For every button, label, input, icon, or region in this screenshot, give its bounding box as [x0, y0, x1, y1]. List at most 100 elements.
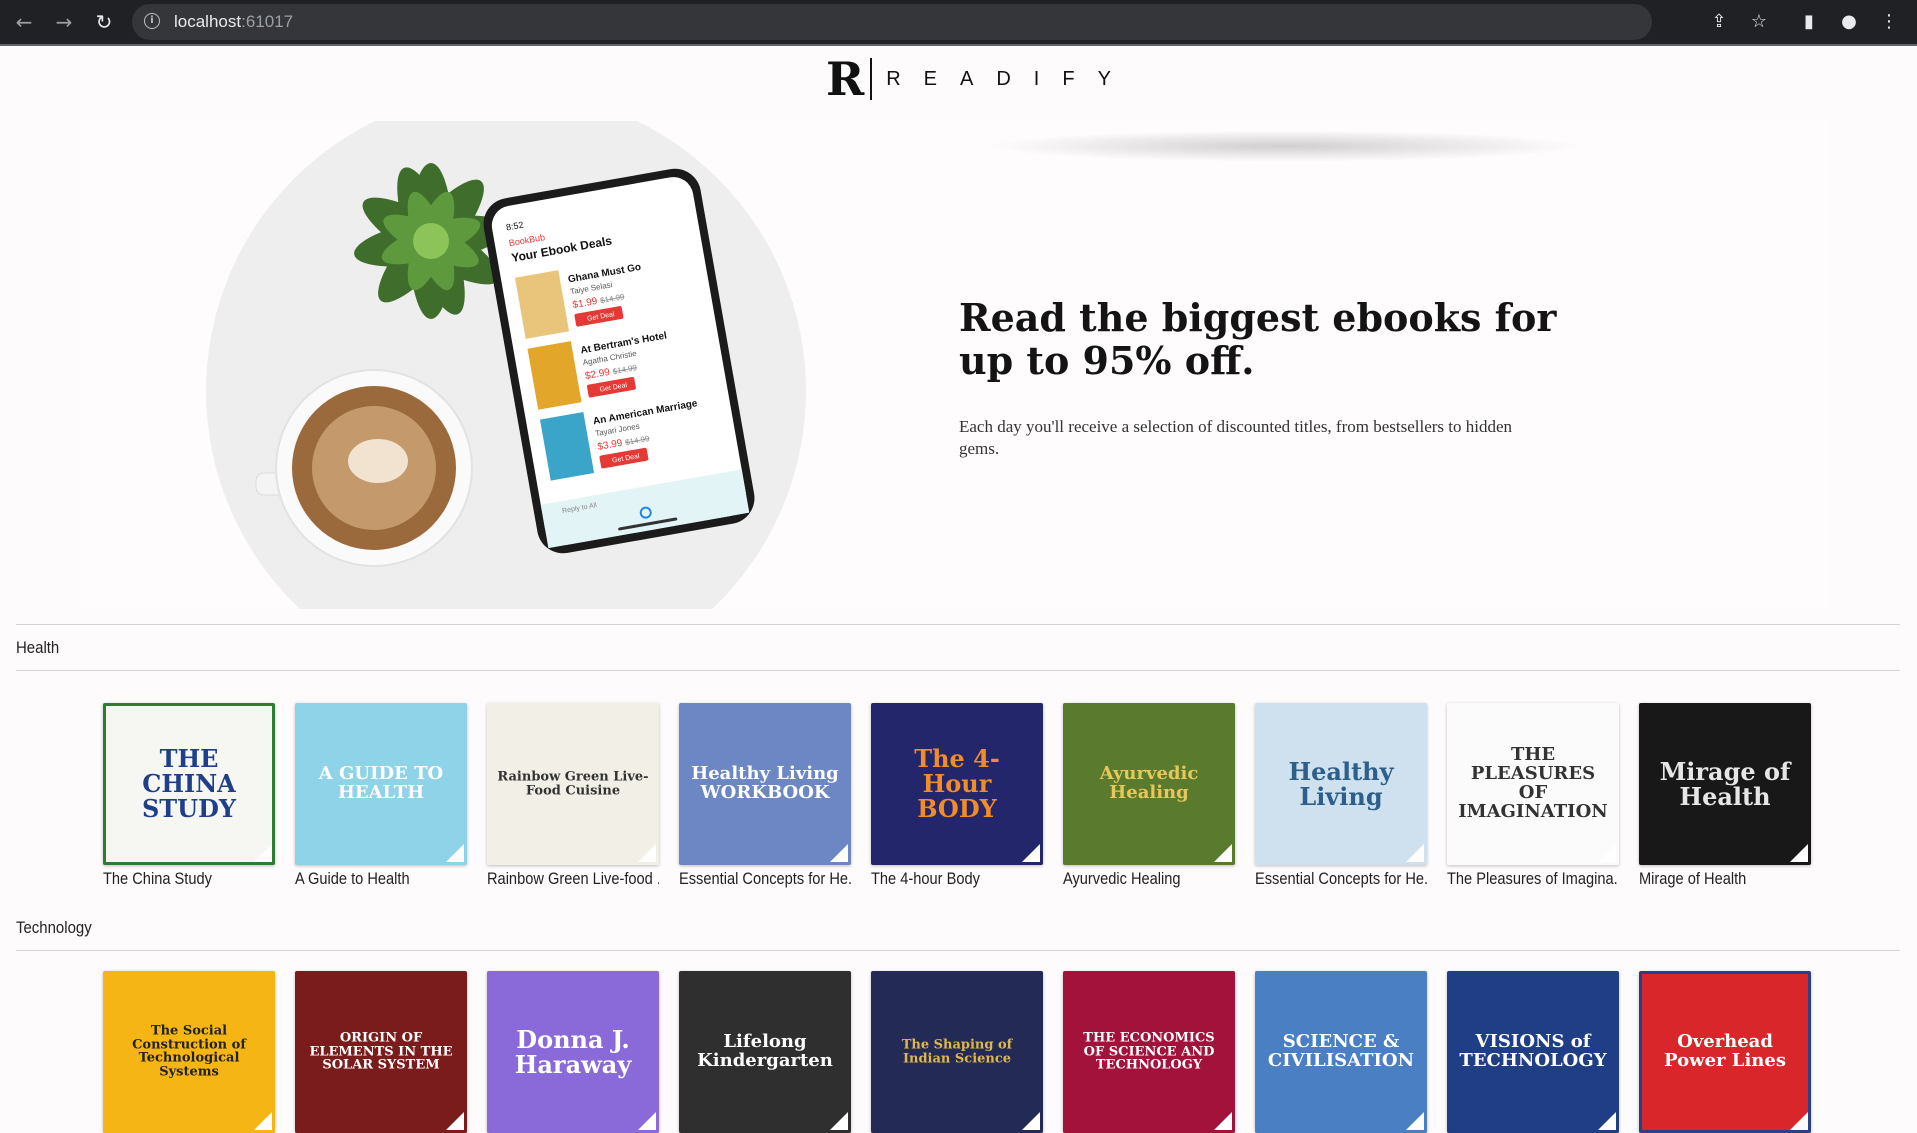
- book-cover[interactable]: Healthy Living WORKBOOK: [679, 703, 851, 865]
- book-cover[interactable]: Ayurvedic Healing: [1063, 703, 1235, 865]
- page-curl: [1598, 1112, 1616, 1130]
- book-card[interactable]: Lifelong Kindergarten: [679, 971, 851, 1133]
- book-card[interactable]: Mirage of Health Mirage of Health: [1639, 703, 1811, 889]
- book-card[interactable]: VISIONS of TECHNOLOGY: [1447, 971, 1619, 1133]
- book-card[interactable]: THE PLEASURES OF IMAGINATION The Pleasure…: [1447, 703, 1619, 889]
- book-cover[interactable]: SCIENCE & CIVILISATION: [1255, 971, 1427, 1133]
- book-cover[interactable]: VISIONS of TECHNOLOGY: [1447, 971, 1619, 1133]
- book-title[interactable]: The China Study: [103, 869, 275, 889]
- page-curl: [446, 844, 464, 862]
- hero-title: Read the biggest ebooks for up to 95% of…: [959, 295, 1557, 383]
- book-cover[interactable]: The 4-Hour BODY: [871, 703, 1043, 865]
- book-card[interactable]: Overhead Power Lines: [1639, 971, 1811, 1133]
- book-cover[interactable]: THE CHINA STUDY: [103, 703, 275, 865]
- book-cover[interactable]: Mirage of Health: [1639, 703, 1811, 865]
- page-curl: [1022, 1112, 1040, 1130]
- book-card[interactable]: The Social Construction of Technological…: [103, 971, 275, 1133]
- book-cover[interactable]: The Social Construction of Technological…: [103, 971, 275, 1133]
- book-cover[interactable]: THE PLEASURES OF IMAGINATION: [1447, 703, 1619, 865]
- book-cover[interactable]: THE ECONOMICS OF SCIENCE AND TECHNOLOGY: [1063, 971, 1235, 1133]
- book-cover-text: THE ECONOMICS OF SCIENCE AND TECHNOLOGY: [1083, 1030, 1215, 1073]
- url-host: localhost: [174, 12, 242, 31]
- hero-shadow: [985, 130, 1585, 162]
- forward-icon[interactable]: →: [50, 8, 78, 36]
- address-bar[interactable]: i localhost:61017: [132, 4, 1652, 40]
- book-card[interactable]: SCIENCE & CIVILISATION: [1255, 971, 1427, 1133]
- site-logo[interactable]: R READIFY: [826, 56, 1134, 102]
- book-cover-text: Donna J. Haraway: [514, 1024, 632, 1079]
- page-curl: [1406, 1112, 1424, 1130]
- book-cover-text: A GUIDE TO HEALTH: [318, 763, 444, 803]
- book-cover-text: ORIGIN OF ELEMENTS IN THE SOLAR SYSTEM: [309, 1030, 453, 1073]
- page-curl: [638, 844, 656, 862]
- book-cover-text: Mirage of Health: [1659, 756, 1791, 811]
- book-card[interactable]: Rainbow Green Live-Food Cuisine Rainbow G…: [487, 703, 659, 889]
- page-curl: [1790, 1112, 1808, 1130]
- page-curl: [830, 844, 848, 862]
- book-title[interactable]: A Guide to Health: [295, 869, 467, 889]
- menu-icon[interactable]: ⋮: [1875, 8, 1903, 36]
- book-card[interactable]: The 4-Hour BODY The 4-hour Body: [871, 703, 1043, 889]
- section-title-health: Health: [16, 638, 60, 657]
- logo-divider: [870, 58, 873, 100]
- book-cover-text: Healthy Living WORKBOOK: [691, 763, 839, 803]
- book-title[interactable]: Mirage of Health: [1639, 869, 1811, 889]
- book-title[interactable]: The 4-hour Body: [871, 869, 1043, 889]
- hero-illustration: 8:52 BookBub Your Ebook Deals Ghana Must…: [206, 121, 806, 609]
- page-curl: [1598, 844, 1616, 862]
- section-divider: [16, 624, 1900, 625]
- book-cover-text: Rainbow Green Live-Food Cuisine: [497, 769, 649, 798]
- book-cover-text: The Social Construction of Technological…: [132, 1023, 246, 1080]
- page-curl: [446, 1112, 464, 1130]
- section-divider: [16, 670, 1900, 671]
- hero-subtitle: Each day you'll receive a selection of d…: [959, 417, 1513, 458]
- url-port: :61017: [241, 12, 294, 31]
- page-curl: [638, 1112, 656, 1130]
- page-curl: [1406, 844, 1424, 862]
- book-card[interactable]: A GUIDE TO HEALTH A Guide to Health: [295, 703, 467, 889]
- profile-icon[interactable]: ●: [1835, 8, 1863, 36]
- book-card[interactable]: Healthy Living WORKBOOK Essential Concept…: [679, 703, 851, 889]
- page-curl: [254, 844, 272, 862]
- book-cover-text: The 4-Hour BODY: [914, 744, 1000, 824]
- book-card[interactable]: THE ECONOMICS OF SCIENCE AND TECHNOLOGY: [1063, 971, 1235, 1133]
- book-title[interactable]: Essential Concepts for He...: [679, 869, 851, 889]
- book-card[interactable]: The Shaping of Indian Science: [871, 971, 1043, 1133]
- share-icon[interactable]: ⇪: [1705, 8, 1733, 36]
- url-text[interactable]: localhost:61017: [174, 12, 293, 32]
- section-divider: [16, 950, 1900, 951]
- book-cover[interactable]: Donna J. Haraway: [487, 971, 659, 1133]
- book-card[interactable]: ORIGIN OF ELEMENTS IN THE SOLAR SYSTEM: [295, 971, 467, 1133]
- book-card[interactable]: THE CHINA STUDY The China Study: [103, 703, 275, 889]
- book-cover[interactable]: ORIGIN OF ELEMENTS IN THE SOLAR SYSTEM: [295, 971, 467, 1133]
- page-curl: [1214, 1112, 1232, 1130]
- book-title[interactable]: Essential Concepts for He...: [1255, 869, 1427, 889]
- book-cover-text: VISIONS of TECHNOLOGY: [1459, 1031, 1607, 1071]
- book-cover-text: Healthy Living: [1288, 756, 1394, 811]
- book-cover-text: THE PLEASURES OF IMAGINATION: [1458, 744, 1608, 822]
- bookmark-star-icon[interactable]: ☆: [1745, 8, 1773, 36]
- page-curl: [1022, 844, 1040, 862]
- reload-icon[interactable]: ↻: [90, 8, 118, 36]
- book-title[interactable]: Ayurvedic Healing: [1063, 869, 1235, 889]
- book-cover[interactable]: Lifelong Kindergarten: [679, 971, 851, 1133]
- book-card[interactable]: Healthy Living Essential Concepts for He.…: [1255, 703, 1427, 889]
- book-title[interactable]: The Pleasures of Imagina...: [1447, 869, 1619, 889]
- logo-word: READIFY: [886, 67, 1134, 90]
- section-title-technology: Technology: [16, 918, 92, 937]
- book-card[interactable]: Ayurvedic Healing Ayurvedic Healing: [1063, 703, 1235, 889]
- browser-toolbar: ← → ↻ i localhost:61017 ⇪ ☆ ▮ ● ⋮: [0, 0, 1917, 44]
- site-info-icon[interactable]: i: [144, 13, 160, 29]
- book-cover[interactable]: Rainbow Green Live-Food Cuisine: [487, 703, 659, 865]
- book-cover[interactable]: Overhead Power Lines: [1639, 971, 1811, 1133]
- book-card[interactable]: Donna J. Haraway: [487, 971, 659, 1133]
- page-curl: [1790, 844, 1808, 862]
- book-cover-text: Lifelong Kindergarten: [697, 1031, 833, 1071]
- side-panel-icon[interactable]: ▮: [1795, 8, 1823, 36]
- book-title[interactable]: Rainbow Green Live-food ...: [487, 869, 659, 889]
- book-cover[interactable]: The Shaping of Indian Science: [871, 971, 1043, 1133]
- book-cover[interactable]: Healthy Living: [1255, 703, 1427, 865]
- book-cover[interactable]: A GUIDE TO HEALTH: [295, 703, 467, 865]
- logo-letter: R: [826, 52, 865, 106]
- back-icon[interactable]: ←: [10, 8, 38, 36]
